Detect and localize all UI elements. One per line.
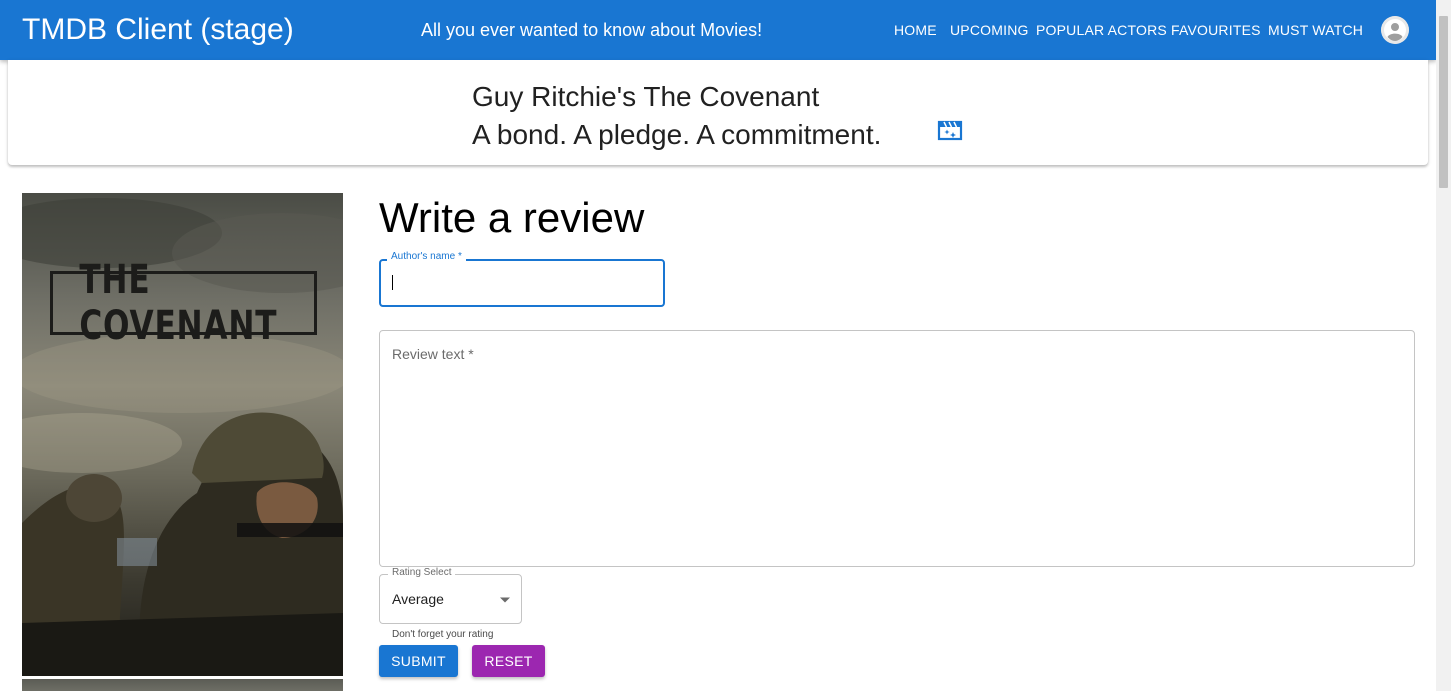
movie-poster: THE COVENANT <box>22 193 343 676</box>
account-circle-icon[interactable] <box>1381 16 1409 44</box>
nav-home[interactable]: Home <box>894 19 937 41</box>
poster-title: THE COVENANT <box>79 257 278 349</box>
movie-tagline: A bond. A pledge. A commitment. <box>472 119 882 150</box>
main-nav: Home Upcoming Popular Actors Favourites … <box>0 19 1436 41</box>
reset-button[interactable]: Reset <box>472 645 545 677</box>
page: TMDB Client (stage) All you ever wanted … <box>0 0 1436 691</box>
review-heading: Write a review <box>379 194 645 241</box>
rating-select-value: Average <box>392 591 444 607</box>
movie-title: Guy Ritchie's The Covenant <box>472 81 820 112</box>
review-text-placeholder: Review text * <box>392 346 474 362</box>
rating-select-label: Rating Select <box>388 567 456 579</box>
arrow-drop-down-icon[interactable] <box>499 596 511 604</box>
next-image-strip <box>22 679 343 691</box>
review-text-input[interactable] <box>379 330 1415 567</box>
nav-upcoming[interactable]: Upcoming <box>950 19 1029 41</box>
submit-button[interactable]: Submit <box>379 645 458 677</box>
movie-header: Guy Ritchie's The Covenant A bond. A ple… <box>8 60 1428 165</box>
nav-must-watch[interactable]: Must Watch <box>1268 19 1363 41</box>
movie-filter-icon <box>937 120 963 141</box>
app-bar: TMDB Client (stage) All you ever wanted … <box>0 0 1436 60</box>
author-name-input[interactable] <box>379 259 665 307</box>
nav-popular-actors[interactable]: Popular Actors <box>1036 19 1167 41</box>
author-name-label: Author's name * <box>387 251 466 263</box>
rating-helper-text: Don't forget your rating <box>392 629 494 640</box>
nav-favourites[interactable]: Favourites <box>1171 19 1261 41</box>
text-cursor <box>392 275 393 290</box>
scrollbar-thumb[interactable] <box>1439 16 1448 188</box>
